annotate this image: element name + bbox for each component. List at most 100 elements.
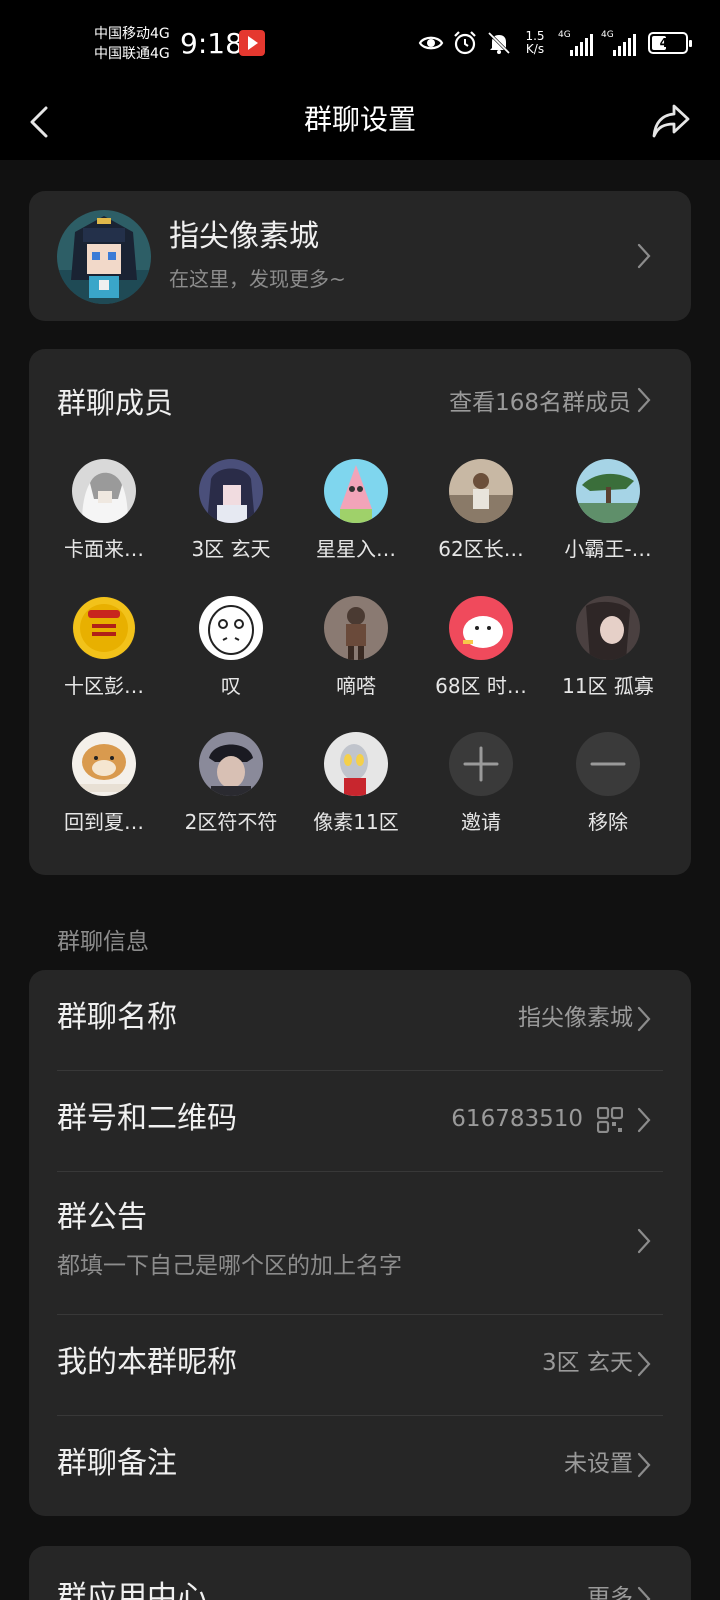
invite-member-button[interactable]: 邀请 [418,732,542,852]
signal-1-label: 4G [558,30,571,40]
group-notice-label: 群公告 [57,1200,147,1235]
group-profile-card[interactable]: 指尖像素城 在这里，发现更多~ [29,191,691,321]
group-name-value: 指尖像素城 [518,1005,633,1031]
member-name: 十区彭… [64,674,144,698]
member-name: 2区符不符 [184,810,278,834]
info-section-label: 群聊信息 [57,929,149,955]
member-item[interactable]: 十区彭… [41,596,165,716]
group-remark-label: 群聊备注 [57,1446,177,1481]
battery-icon: 44 [648,32,692,54]
member-avatar [199,459,263,523]
member-avatar [72,459,136,523]
network-speed: 1.5 K/s [520,30,550,56]
chevron-right-icon [637,1351,651,1377]
group-number-row[interactable]: 群号和二维码 616783510 [29,1071,691,1171]
chevron-right-icon [637,243,651,269]
member-avatar [324,596,388,660]
member-name: 11区 孤寡 [562,674,654,698]
group-number-value: 616783510 [451,1106,583,1132]
group-apps-card[interactable]: 群应用中心 更多 [29,1546,691,1600]
member-avatar [72,596,136,660]
video-app-icon [239,30,265,56]
status-bar: 中国移动4G 中国联通4G 9:18 1.5 K/s 4G 4G 44 [0,0,720,86]
member-name: 叹 [221,674,241,698]
group-notice-row[interactable]: 群公告 都填一下自己是哪个区的加上名字 [29,1172,691,1314]
members-card: 群聊成员 查看168名群成员 卡面来… 3区 玄天 星星入… 62区长… 小霸王… [29,349,691,875]
member-name: 62区长… [438,537,524,561]
member-avatar [576,459,640,523]
carrier-1: 中国移动4G [94,26,170,42]
member-item[interactable]: 叹 [168,596,292,716]
member-name: 星星入… [316,537,396,561]
group-remark-value: 未设置 [564,1451,633,1477]
member-avatar [324,459,388,523]
qr-code-icon[interactable] [597,1107,623,1133]
carrier-info: 中国移动4G 中国联通4G [94,24,170,64]
member-name: 68区 时… [435,674,527,698]
member-item[interactable]: 嘀嗒 [293,596,417,716]
chevron-right-icon [637,1228,651,1254]
chevron-right-icon [637,1006,651,1032]
network-speed-unit: K/s [525,42,545,56]
member-avatar [72,732,136,796]
invite-label: 邀请 [461,810,501,834]
member-item[interactable]: 像素11区 [293,732,417,852]
my-nickname-row[interactable]: 我的本群昵称 3区 玄天 [29,1315,691,1415]
chevron-right-icon [637,1586,651,1600]
member-name: 像素11区 [313,810,399,834]
eye-icon [418,36,444,50]
member-item[interactable]: 11区 孤寡 [545,596,669,716]
chevron-right-icon[interactable] [637,387,651,413]
member-item[interactable]: 回到夏… [41,732,165,852]
signal-1-icon: 4G [558,30,593,56]
member-name: 卡面来… [64,537,144,561]
member-item[interactable]: 星星入… [293,459,417,579]
remove-label: 移除 [588,810,628,834]
mute-bell-icon [487,31,511,55]
chevron-right-icon [637,1452,651,1478]
group-subtitle: 在这里，发现更多~ [169,267,346,291]
group-name-row[interactable]: 群聊名称 指尖像素城 [29,970,691,1070]
member-item[interactable]: 2区符不符 [168,732,292,852]
signal-2-label: 4G [601,30,614,40]
signal-2-icon: 4G [601,30,636,56]
battery-percent: 44 [659,36,677,50]
member-item[interactable]: 卡面来… [41,459,165,579]
group-remark-row[interactable]: 群聊备注 未设置 [29,1416,691,1516]
carrier-2: 中国联通4G [94,46,170,62]
member-item[interactable]: 3区 玄天 [168,459,292,579]
remove-member-button[interactable]: 移除 [545,732,669,852]
status-icons: 1.5 K/s 4G 4G 44 [418,28,692,58]
member-avatar [199,732,263,796]
group-info-card: 群聊名称 指尖像素城 群号和二维码 616783510 群公告 都填一下自己是哪… [29,970,691,1516]
member-name: 嘀嗒 [336,674,376,698]
member-avatar [449,459,513,523]
alarm-icon [454,31,476,55]
group-avatar [57,210,151,304]
add-icon[interactable] [449,732,513,796]
chevron-right-icon [637,1107,651,1133]
clock: 9:18 [180,27,243,60]
share-icon[interactable] [650,100,692,142]
page-title: 群聊设置 [303,103,416,136]
member-avatar [199,596,263,660]
nav-header: 群聊设置 [0,86,720,160]
group-number-label: 群号和二维码 [57,1101,237,1136]
group-name: 指尖像素城 [169,219,319,254]
members-title: 群聊成员 [57,386,174,420]
member-avatar [449,596,513,660]
view-all-members-link[interactable]: 查看168名群成员 [449,387,631,419]
my-nickname-label: 我的本群昵称 [57,1345,237,1380]
member-name: 3区 玄天 [191,537,271,561]
group-name-label: 群聊名称 [57,1000,177,1035]
member-item[interactable]: 62区长… [418,459,542,579]
group-notice-text: 都填一下自己是哪个区的加上名字 [57,1253,402,1279]
group-apps-more[interactable]: 更多 [587,1582,633,1600]
member-name: 小霸王-… [564,537,652,561]
remove-icon[interactable] [576,732,640,796]
member-item[interactable]: 68区 时… [418,596,542,716]
group-apps-title: 群应用中心 [57,1580,207,1600]
member-name: 回到夏… [64,810,144,834]
member-item[interactable]: 小霸王-… [545,459,669,579]
member-avatar [576,596,640,660]
